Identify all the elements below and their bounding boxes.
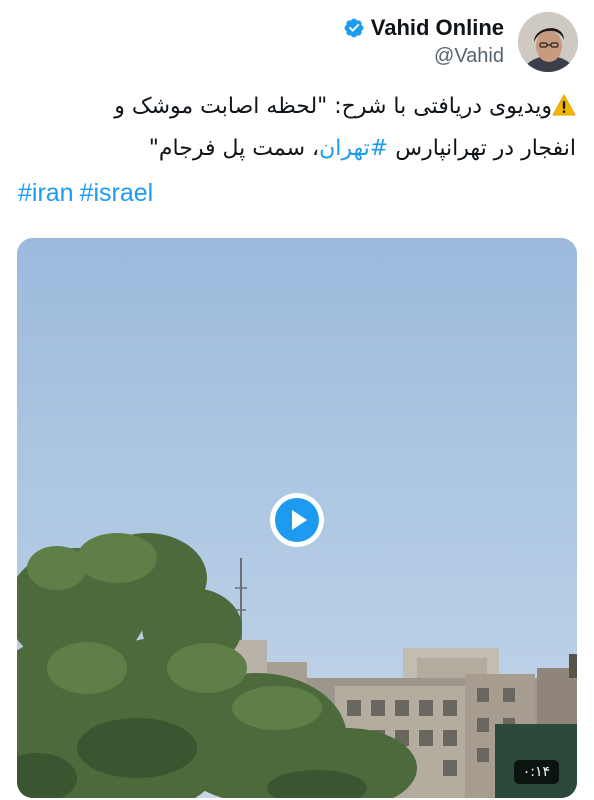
verified-badge-icon xyxy=(343,17,365,39)
hashtag-tehran[interactable]: #تهران xyxy=(319,136,388,161)
tweet-header: Vahid Online @Vahid xyxy=(343,12,578,72)
play-button[interactable] xyxy=(268,491,326,549)
warning-icon xyxy=(552,89,576,116)
tweet-card: Vahid Online @Vahid ویدیوی دریافتی با شر… xyxy=(0,0,594,800)
display-name[interactable]: Vahid Online xyxy=(371,15,504,41)
tweet-text-line-1: ویدیوی دریافتی با شرح: "لحظه اصابت موشک … xyxy=(18,86,576,128)
hashtag-israel[interactable]: #israel xyxy=(80,179,154,207)
tweet-text: ویدیوی دریافتی با شرح: "لحظه اصابت موشک … xyxy=(18,86,576,210)
name-row: Vahid Online xyxy=(343,15,504,41)
author-info: Vahid Online @Vahid xyxy=(343,15,504,69)
tweet-line-2-post: ، سمت پل فرجام" xyxy=(148,136,320,161)
hashtag-iran[interactable]: #iran xyxy=(18,179,74,207)
tweet-line-1-text: ویدیوی دریافتی با شرح: "لحظه اصابت موشک … xyxy=(114,94,552,119)
video-player[interactable]: ۰:۱۴ xyxy=(17,238,577,798)
tweet-text-line-2: انفجار در تهرانپارس #تهران، سمت پل فرجام… xyxy=(18,128,576,170)
avatar[interactable] xyxy=(518,12,578,72)
video-duration: ۰:۱۴ xyxy=(513,760,559,784)
user-handle[interactable]: @Vahid xyxy=(434,43,504,69)
avatar-photo xyxy=(518,12,578,72)
hashtags-line: #iran #israel xyxy=(18,176,576,210)
tweet-line-2-pre: انفجار در تهرانپارس xyxy=(388,136,576,161)
play-icon xyxy=(270,493,324,547)
